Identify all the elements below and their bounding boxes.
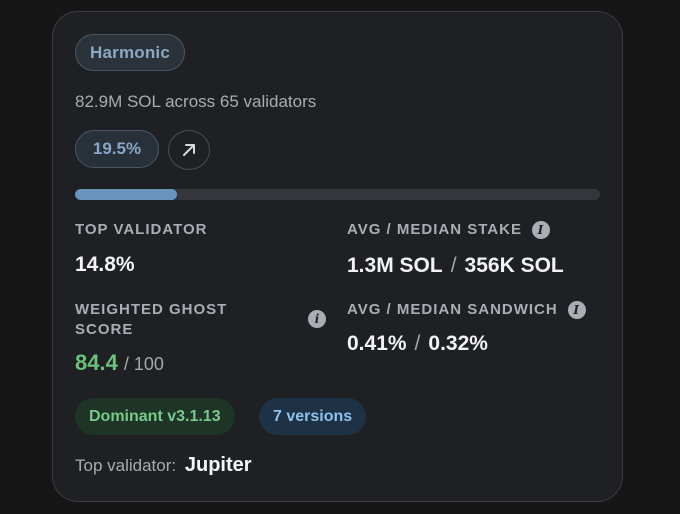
info-icon[interactable]: i (308, 310, 326, 328)
sandwich-separator: / (414, 332, 421, 355)
ghost-score-value: 84.4 (75, 350, 118, 375)
avg-median-sandwich-label-row: AVG / MEDIAN SANDWICH i (347, 300, 586, 320)
weighted-ghost-score-label: WEIGHTED GHOST SCORE (75, 301, 228, 338)
info-icon[interactable]: i (567, 301, 586, 319)
dominant-version-text: Dominant v3.1.13 (89, 407, 221, 425)
avg-stake: 1.3M SOL (347, 254, 443, 277)
top-validator-prefix: Top validator: (75, 456, 177, 475)
weighted-ghost-score-value-row: 84.4/ 100 (75, 350, 164, 376)
stake-separator: / (450, 254, 457, 277)
top-validator-name[interactable]: Jupiter (185, 454, 252, 476)
stake-share-progress-fill (75, 189, 178, 200)
group-name-pill[interactable]: Harmonic (75, 34, 186, 71)
avg-sandwich: 0.41% (347, 332, 407, 355)
versions-badge[interactable]: 7 versions (259, 398, 367, 435)
avg-median-sandwich-label: AVG / MEDIAN SANDWICH (347, 301, 558, 318)
stake-share-pill: 19.5% (75, 130, 159, 168)
avg-median-stake-label-row: AVG / MEDIAN STAKE i (347, 220, 550, 240)
stake-share-progress (75, 189, 600, 200)
validator-group-card: Harmonic 82.9M SOL across 65 validators … (52, 11, 623, 502)
top-validator-line: Top validator: Jupiter (75, 454, 252, 477)
avg-median-sandwich-value: 0.41% / 0.32% (347, 332, 488, 356)
arrow-up-right-icon (183, 144, 195, 156)
top-validator-value: 14.8% (75, 253, 135, 276)
info-icon[interactable]: i (531, 221, 550, 239)
top-validator-label: TOP VALIDATOR (75, 221, 208, 238)
avg-median-stake-value: 1.3M SOL / 356K SOL (347, 254, 564, 278)
avg-median-stake-label: AVG / MEDIAN STAKE (347, 221, 522, 238)
ghost-score-max: / 100 (123, 354, 164, 374)
median-sandwich: 0.32% (428, 332, 488, 355)
dominant-version-badge[interactable]: Dominant v3.1.13 (75, 398, 235, 435)
median-stake: 356K SOL (464, 254, 564, 277)
versions-text: 7 versions (273, 407, 353, 425)
group-summary: 82.9M SOL across 65 validators (75, 92, 317, 111)
stake-share-value: 19.5% (92, 139, 142, 158)
group-name: Harmonic (90, 42, 171, 62)
open-group-button[interactable] (168, 130, 210, 170)
